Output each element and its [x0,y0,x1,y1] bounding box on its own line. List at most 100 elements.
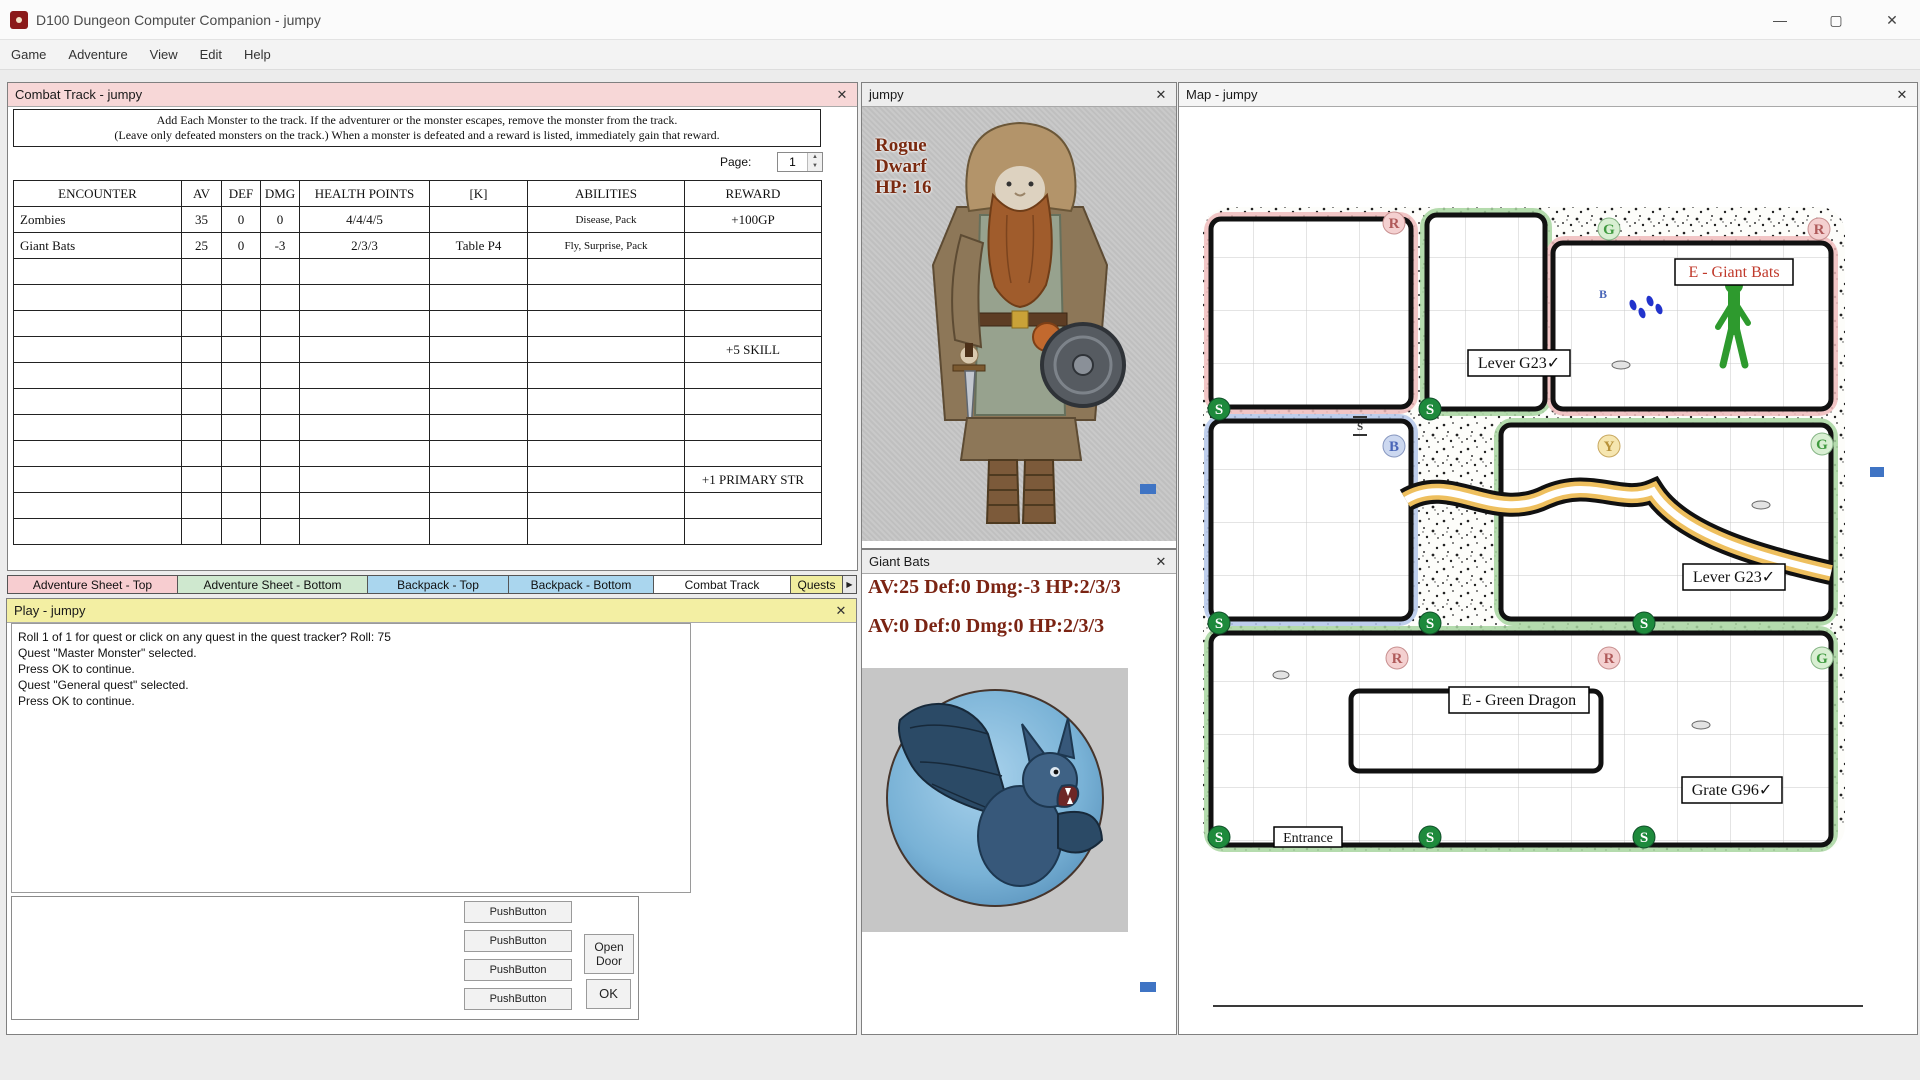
cell-def[interactable] [222,467,261,493]
tab-adventure-sheet-top[interactable]: Adventure Sheet - Top [7,575,178,594]
map-marker-secret-door[interactable]: S [1208,612,1230,634]
cell-abilities[interactable] [528,441,685,467]
map-label-encounter-green-dragon[interactable]: E - Green Dragon [1449,687,1589,713]
cell-av[interactable]: 25 [182,233,222,259]
cell-reward[interactable]: +5 SKILL [685,337,822,363]
map-marker-blue-door[interactable]: B [1383,435,1405,457]
cell-k[interactable] [430,441,528,467]
map-marker-secret-door[interactable]: S [1633,612,1655,634]
cell-dmg[interactable] [261,259,300,285]
cell-av[interactable] [182,389,222,415]
cell-encounter[interactable] [14,415,182,441]
cell-dmg[interactable] [261,441,300,467]
open-door-button[interactable]: Open Door [584,934,634,974]
table-row[interactable] [14,389,822,415]
cell-def[interactable] [222,285,261,311]
cell-av[interactable] [182,311,222,337]
menu-view[interactable]: View [139,40,189,70]
map-marker-rubble[interactable]: R [1383,212,1405,234]
map-marker-secret-door[interactable]: S [1208,826,1230,848]
cell-abilities[interactable] [528,519,685,545]
cell-hp[interactable] [300,415,430,441]
cell-k[interactable] [430,311,528,337]
cell-hp[interactable] [300,519,430,545]
cell-def[interactable]: 0 [222,207,261,233]
cell-reward[interactable] [685,389,822,415]
table-row[interactable] [14,285,822,311]
cell-hp[interactable]: 2/3/3 [300,233,430,259]
cell-av[interactable] [182,441,222,467]
cell-av[interactable]: 35 [182,207,222,233]
tab-backpack-top[interactable]: Backpack - Top [368,575,509,594]
table-row[interactable] [14,415,822,441]
map-marker-secret-door[interactable]: S [1419,398,1441,420]
cell-encounter[interactable] [14,389,182,415]
push-button-2[interactable]: PushButton [464,930,572,952]
table-row[interactable]: +5 SKILL [14,337,822,363]
cell-dmg[interactable]: 0 [261,207,300,233]
cell-reward[interactable] [685,363,822,389]
menu-game[interactable]: Game [0,40,57,70]
cell-k[interactable] [430,259,528,285]
cell-abilities[interactable] [528,311,685,337]
map-label-lever-right[interactable]: Lever G23✓ [1683,564,1785,590]
cell-hp[interactable] [300,363,430,389]
cell-abilities[interactable] [528,337,685,363]
cell-av[interactable] [182,259,222,285]
menu-edit[interactable]: Edit [189,40,233,70]
cell-dmg[interactable] [261,493,300,519]
map-label-entrance[interactable]: Entrance [1274,827,1342,847]
cell-reward[interactable] [685,259,822,285]
map-scroll-thumb[interactable] [1870,467,1884,477]
cell-encounter[interactable] [14,493,182,519]
cell-hp[interactable] [300,259,430,285]
map-scroll-track[interactable] [1213,1005,1863,1007]
cell-dmg[interactable] [261,311,300,337]
cell-encounter[interactable] [14,519,182,545]
cell-av[interactable] [182,285,222,311]
cell-reward[interactable] [685,233,822,259]
cell-k[interactable]: Table P4 [430,233,528,259]
cell-abilities[interactable] [528,363,685,389]
cell-abilities[interactable] [528,415,685,441]
cell-hp[interactable] [300,493,430,519]
cell-hp[interactable] [300,285,430,311]
minimize-button[interactable]: — [1752,0,1808,40]
cell-dmg[interactable] [261,389,300,415]
monster-close-icon[interactable]: ✕ [1153,554,1169,570]
map-label-lever-top[interactable]: Lever G23✓ [1468,350,1570,376]
cell-dmg[interactable] [261,519,300,545]
map-marker-rubble[interactable]: R [1808,218,1830,240]
cell-k[interactable] [430,389,528,415]
cell-def[interactable] [222,519,261,545]
cell-hp[interactable]: 4/4/4/5 [300,207,430,233]
tab-scroll-right-icon[interactable]: ▶ [843,575,857,594]
combat-track-close-icon[interactable]: ✕ [834,87,850,103]
cell-av[interactable] [182,467,222,493]
cell-reward[interactable] [685,311,822,337]
map-marker-secret-door[interactable]: S [1208,398,1230,420]
cell-k[interactable] [430,207,528,233]
cell-encounter[interactable] [14,363,182,389]
map-marker-secret-door[interactable]: S [1419,612,1441,634]
push-button-4[interactable]: PushButton [464,988,572,1010]
cell-encounter[interactable] [14,337,182,363]
cell-abilities[interactable] [528,467,685,493]
cell-reward[interactable] [685,415,822,441]
cell-k[interactable] [430,337,528,363]
map-marker-grate[interactable]: G [1598,218,1620,240]
cell-av[interactable] [182,363,222,389]
map-label-grate[interactable]: Grate G96✓ [1682,777,1782,803]
cell-reward[interactable]: +1 PRIMARY STR [685,467,822,493]
cell-reward[interactable] [685,519,822,545]
push-button-3[interactable]: PushButton [464,959,572,981]
monster-scroll-thumb[interactable] [1140,982,1156,992]
map-label-encounter-giant-bats[interactable]: E - Giant Bats [1675,259,1793,285]
cell-def[interactable]: 0 [222,233,261,259]
cell-hp[interactable] [300,441,430,467]
cell-dmg[interactable] [261,467,300,493]
maximize-button[interactable]: ▢ [1808,0,1864,40]
tab-quests[interactable]: Quests [791,575,843,594]
map-close-icon[interactable]: ✕ [1894,87,1910,103]
cell-encounter[interactable] [14,285,182,311]
